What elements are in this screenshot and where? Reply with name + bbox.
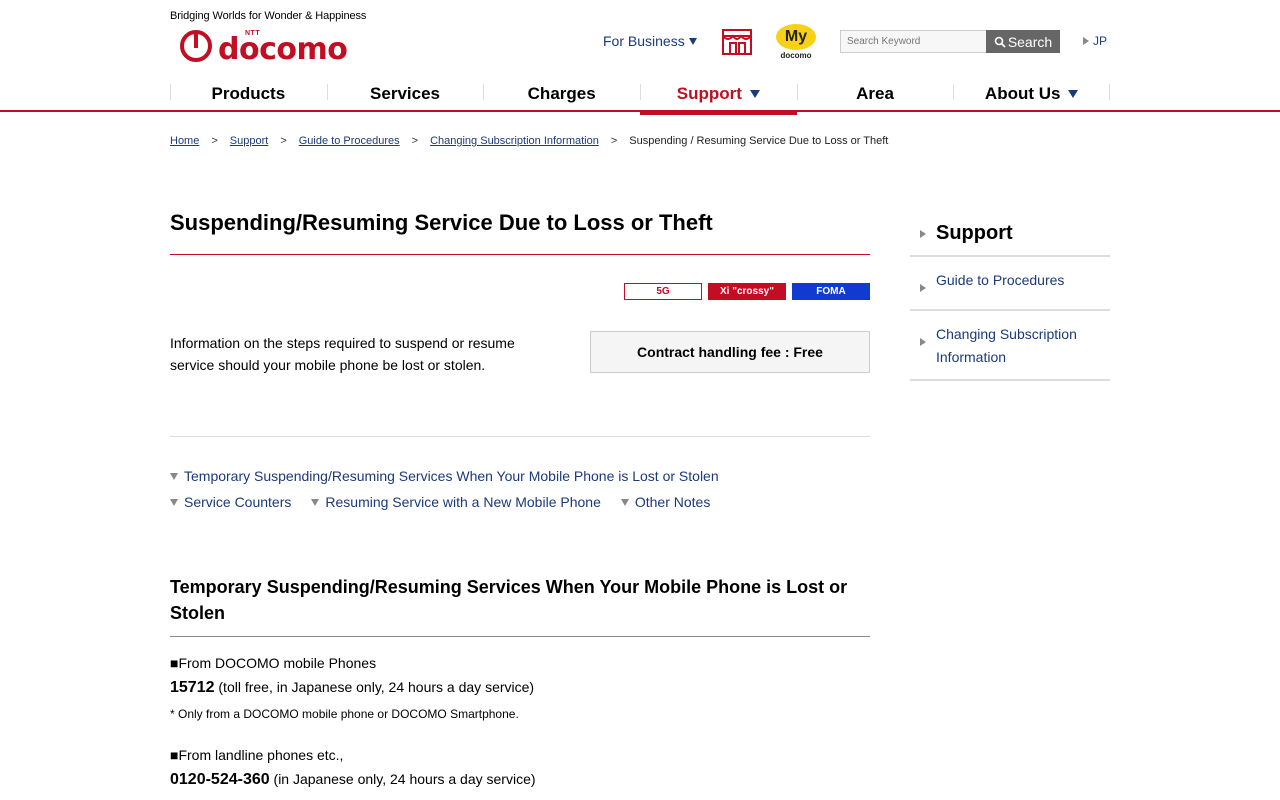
nav-item-area[interactable]: Area bbox=[796, 76, 954, 112]
logo-ntt: NTT bbox=[245, 30, 261, 37]
chevron-down-icon bbox=[1068, 90, 1079, 98]
chevron-down-icon bbox=[170, 498, 178, 506]
nav-label: Support bbox=[676, 84, 742, 103]
search-button[interactable]: Search bbox=[986, 30, 1060, 53]
contact-detail: (toll free, in Japanese only, 24 hours a… bbox=[214, 679, 535, 695]
sidebar-item-guide-to-procedures[interactable]: Guide to Procedures bbox=[910, 257, 1110, 311]
contact-label: ■From DOCOMO mobile Phones bbox=[170, 655, 377, 671]
sidebar-item-label: Guide to Procedures bbox=[936, 272, 1065, 288]
title-divider bbox=[170, 254, 870, 255]
chevron-right-icon bbox=[1083, 37, 1089, 45]
chevron-down-icon bbox=[688, 37, 697, 45]
anchor-service-counters[interactable]: Service Counters bbox=[170, 494, 291, 510]
nav-item-products[interactable]: Products bbox=[170, 76, 327, 112]
chevron-right-icon bbox=[920, 229, 926, 238]
fee-box: Contract handling fee : Free bbox=[590, 331, 870, 373]
contact-number: 15712 bbox=[170, 679, 215, 696]
nav-label: Products bbox=[211, 84, 286, 103]
sidebar: Support Guide to Procedures Changing Sub… bbox=[910, 210, 1110, 381]
sidebar-heading-support[interactable]: Support bbox=[910, 210, 1110, 257]
nav-label: Charges bbox=[527, 84, 596, 103]
chevron-down-icon bbox=[749, 90, 760, 98]
nav-item-about-us[interactable]: About Us bbox=[953, 76, 1110, 112]
network-badges: 5G Xi "crossy" FOMA bbox=[624, 283, 870, 300]
breadcrumb-guide[interactable]: Guide to Procedures bbox=[299, 135, 400, 147]
breadcrumb-home[interactable]: Home bbox=[170, 135, 199, 147]
sidebar-heading-label: Support bbox=[936, 222, 1013, 244]
anchor-resuming-new-phone[interactable]: Resuming Service with a New Mobile Phone bbox=[311, 494, 601, 510]
nav-item-services[interactable]: Services bbox=[326, 76, 484, 112]
docomo-logo[interactable]: docomo NTT bbox=[180, 28, 350, 64]
nav-divider bbox=[0, 110, 1280, 112]
nav-label: About Us bbox=[984, 84, 1061, 103]
chevron-right-icon bbox=[920, 284, 926, 292]
breadcrumb-changing-subscription[interactable]: Changing Subscription Information bbox=[430, 135, 599, 147]
nav-item-charges[interactable]: Charges bbox=[483, 76, 640, 112]
svg-text:docomo: docomo bbox=[218, 32, 347, 64]
breadcrumb-separator: > bbox=[211, 135, 218, 147]
contact-note: * Only from a DOCOMO mobile phone or DOC… bbox=[170, 707, 519, 721]
search-icon bbox=[994, 36, 1006, 48]
chevron-down-icon bbox=[311, 498, 320, 506]
language-label: JP bbox=[1093, 34, 1108, 48]
section-title-divider bbox=[170, 636, 870, 637]
nav-label: Services bbox=[370, 84, 440, 103]
badge-5g: 5G bbox=[624, 283, 702, 300]
shop-icon[interactable] bbox=[721, 28, 753, 56]
global-nav: Products Services Charges Support Area A… bbox=[170, 76, 1110, 115]
badge-foma: FOMA bbox=[792, 283, 870, 300]
contact-detail: (in Japanese only, 24 hours a day servic… bbox=[269, 771, 536, 787]
chevron-down-icon bbox=[620, 498, 629, 506]
contact-landline: ■From landline phones etc., 0120-524-360… bbox=[170, 744, 536, 793]
my-docomo-button[interactable]: My docomo bbox=[776, 24, 816, 60]
breadcrumb-separator: > bbox=[280, 135, 287, 147]
search-input[interactable] bbox=[840, 30, 987, 53]
anchor-label: Other Notes bbox=[634, 494, 711, 510]
chevron-right-icon bbox=[920, 338, 926, 346]
page-title: Suspending/Resuming Service Due to Loss … bbox=[170, 210, 713, 235]
anchor-temporary-suspending[interactable]: Temporary Suspending/Resuming Services W… bbox=[170, 468, 719, 484]
my-docomo-sub: docomo bbox=[780, 51, 812, 60]
anchor-other-notes[interactable]: Other Notes bbox=[620, 494, 711, 510]
breadcrumb-support[interactable]: Support bbox=[230, 135, 269, 147]
my-docomo-badge: My bbox=[776, 24, 816, 50]
breadcrumb-current: Suspending / Resuming Service Due to Los… bbox=[629, 135, 889, 147]
nav-label: Area bbox=[856, 84, 894, 103]
breadcrumb-separator: > bbox=[411, 135, 419, 147]
breadcrumb: Home > Support > Guide to Procedures > C… bbox=[170, 135, 888, 147]
tagline: Bridging Worlds for Wonder & Happiness bbox=[170, 10, 367, 22]
nav-item-support[interactable]: Support bbox=[640, 76, 797, 115]
anchor-label: Resuming Service with a New Mobile Phone bbox=[325, 494, 601, 510]
logo-icon: docomo bbox=[180, 30, 348, 64]
intro-text: Information on the steps required to sus… bbox=[170, 335, 515, 373]
language-switch[interactable]: JP bbox=[1083, 34, 1107, 48]
for-business-link[interactable]: For Business bbox=[603, 33, 697, 49]
anchor-label: Service Counters bbox=[184, 494, 292, 510]
contact-docomo-mobile: ■From DOCOMO mobile Phones 15712 (toll f… bbox=[170, 652, 534, 725]
badge-xi: Xi "crossy" bbox=[708, 283, 786, 300]
anchor-links: Temporary Suspending/Resuming Services W… bbox=[170, 468, 890, 520]
sidebar-item-changing-subscription[interactable]: Changing Subscription Information bbox=[910, 311, 1110, 381]
site-header: Bridging Worlds for Wonder & Happiness d… bbox=[0, 0, 1280, 115]
contact-number-line: 0120-524-360 (in Japanese only, 24 hours… bbox=[170, 766, 536, 793]
contact-number-line: 15712 (toll free, in Japanese only, 24 h… bbox=[170, 674, 534, 701]
contact-label: ■From landline phones etc., bbox=[170, 747, 344, 763]
for-business-label: For Business bbox=[603, 33, 685, 49]
sidebar-item-label: Changing Subscription Information bbox=[936, 326, 1077, 365]
chevron-down-icon bbox=[170, 472, 178, 480]
section-divider bbox=[170, 436, 870, 437]
breadcrumb-separator: > bbox=[610, 135, 618, 147]
contact-number: 0120-524-360 bbox=[170, 771, 270, 788]
anchor-label: Temporary Suspending/Resuming Services W… bbox=[184, 468, 719, 484]
search-button-label: Search bbox=[1007, 33, 1053, 50]
section-title: Temporary Suspending/Resuming Services W… bbox=[170, 577, 848, 623]
